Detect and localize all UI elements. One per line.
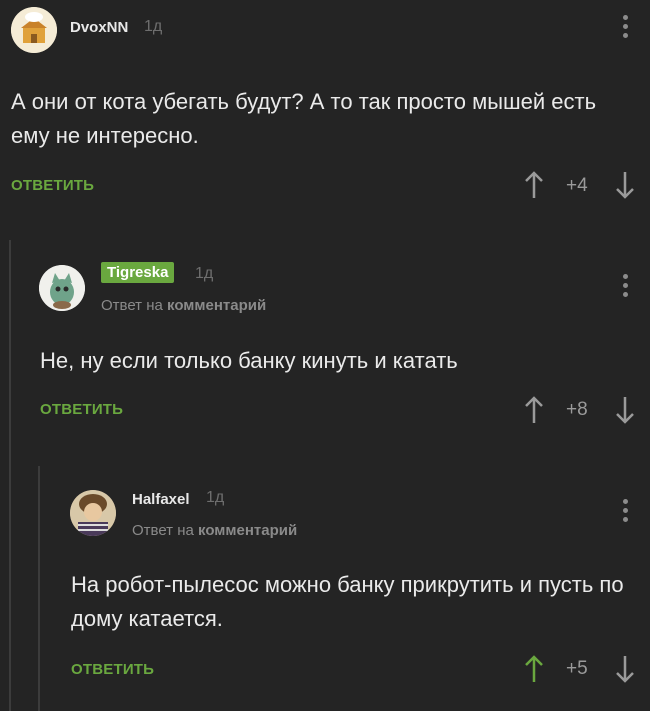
avatar-person-icon: [70, 490, 116, 536]
reply-prefix: Ответ на: [101, 297, 163, 314]
avatar-chef-house-icon: [11, 7, 57, 53]
avatar-cat-icon: [39, 265, 85, 311]
username[interactable]: Tigreska: [101, 262, 175, 283]
comment-tigreska: Tigreska 1д Ответ на комментарий Не, ну …: [0, 255, 650, 455]
avatar[interactable]: [70, 490, 116, 536]
reply-button[interactable]: ОТВЕТИТЬ: [40, 401, 123, 418]
comment-time: 1д: [144, 18, 163, 35]
comment-time: 1д: [206, 489, 225, 506]
score: +5: [566, 658, 588, 679]
username[interactable]: DvoxNN: [70, 19, 128, 36]
more-vertical-icon[interactable]: [622, 274, 628, 300]
score: +4: [566, 175, 588, 196]
arrow-down-icon[interactable]: [615, 395, 635, 425]
reply-button[interactable]: ОТВЕТИТЬ: [11, 177, 94, 194]
reply-to-link[interactable]: комментарий: [167, 297, 266, 314]
comment-time: 1д: [195, 265, 214, 282]
username[interactable]: Halfaxel: [132, 491, 190, 508]
more-vertical-icon[interactable]: [622, 15, 628, 41]
arrow-up-icon[interactable]: [524, 395, 544, 425]
comment-dvoxnn: DvoxNN 1д А они от кота убегать будут? А…: [0, 0, 650, 215]
more-vertical-icon[interactable]: [622, 499, 628, 525]
reply-to-info: Ответ на комментарий: [132, 522, 297, 539]
comment-halfaxel: Halfaxel 1д Ответ на комментарий На робо…: [0, 480, 650, 711]
score: +8: [566, 399, 588, 420]
arrow-up-icon[interactable]: [524, 654, 544, 684]
reply-to-link[interactable]: комментарий: [198, 522, 297, 539]
arrow-down-icon[interactable]: [615, 654, 635, 684]
comment-text: А они от кота убегать будут? А то так пр…: [11, 89, 597, 148]
comment-text: Не, ну если только банку кинуть и катать: [40, 348, 458, 373]
reply-prefix: Ответ на: [132, 522, 194, 539]
arrow-down-icon[interactable]: [615, 170, 635, 200]
reply-to-info: Ответ на комментарий: [101, 297, 266, 314]
comment-text: На робот-пылесос можно банку прикрутить …: [71, 572, 624, 631]
avatar[interactable]: [39, 265, 85, 311]
reply-button[interactable]: ОТВЕТИТЬ: [71, 661, 154, 678]
avatar[interactable]: [11, 7, 57, 53]
arrow-up-icon[interactable]: [524, 170, 544, 200]
